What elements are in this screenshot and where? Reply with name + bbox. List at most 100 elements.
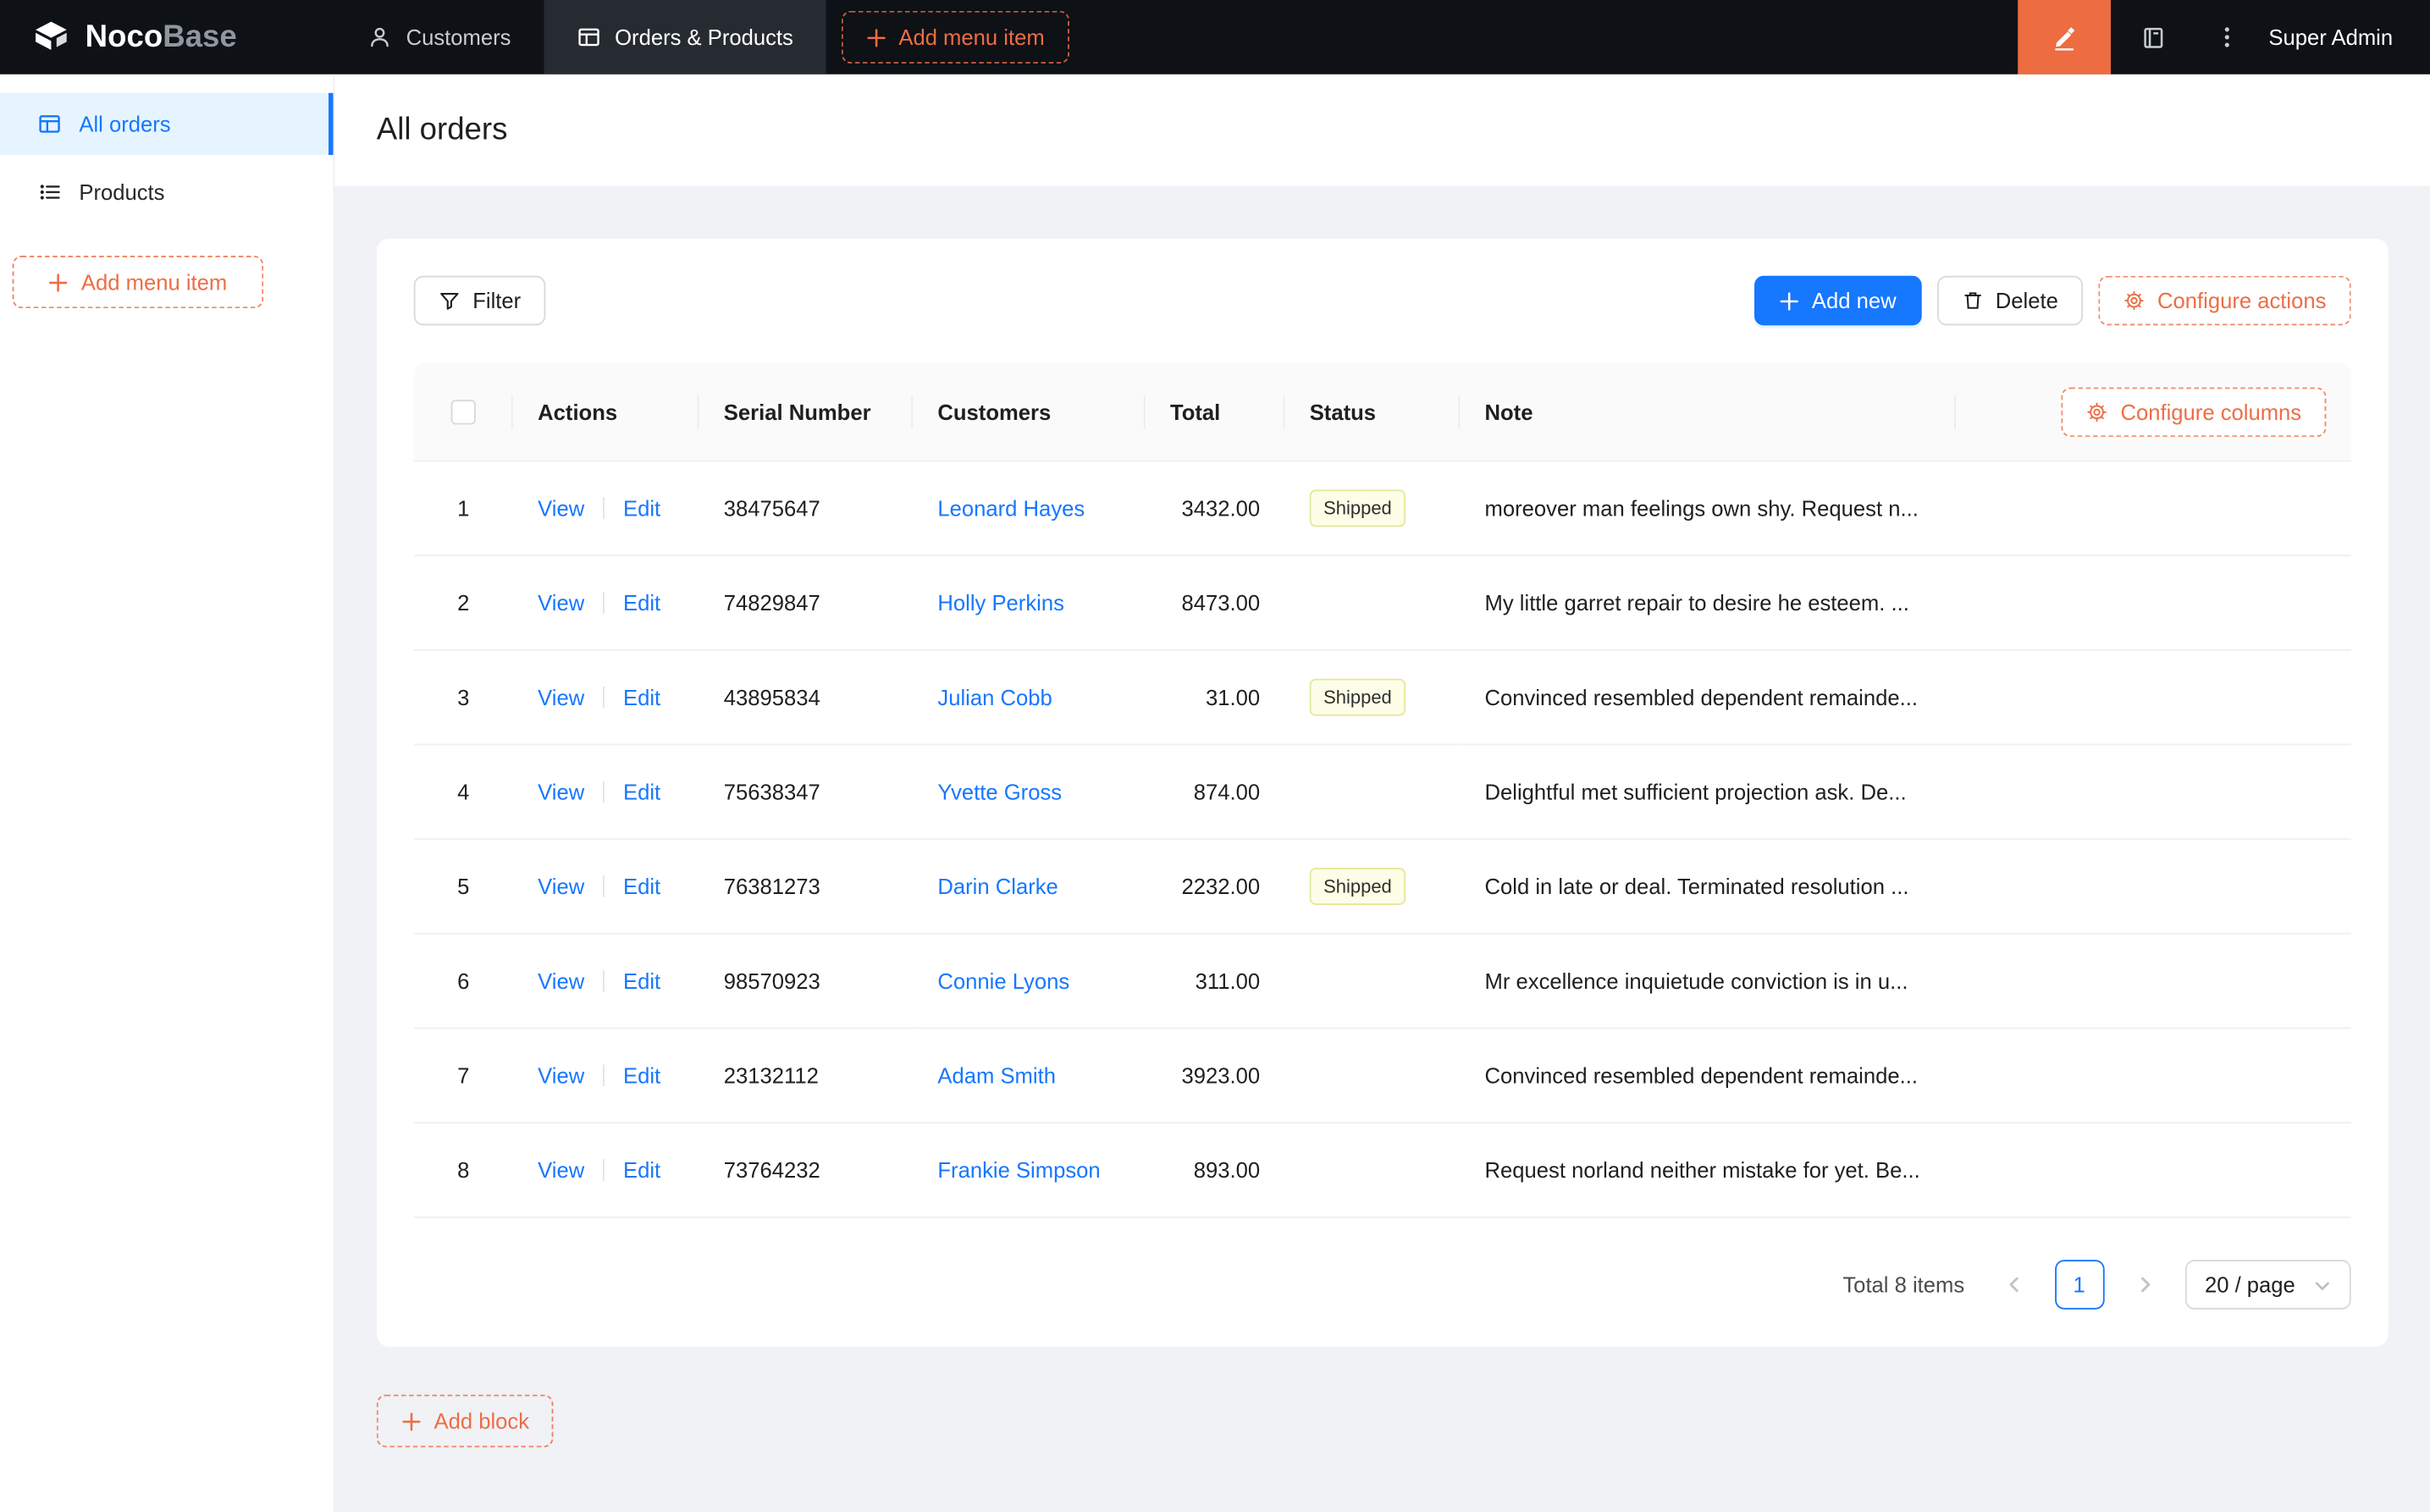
plugin-button[interactable]	[2111, 0, 2198, 74]
main-wrapper: All orders Products Add	[0, 74, 2430, 1512]
note-cell: My little garret repair to desire he est…	[1460, 556, 1956, 651]
add-block-button[interactable]: Add block	[377, 1394, 555, 1447]
view-link[interactable]: View	[538, 496, 584, 521]
edit-link[interactable]: Edit	[623, 590, 660, 615]
serial-cell: 23132112	[699, 1029, 914, 1123]
note-cell: Convinced resembled dependent remainde..…	[1460, 1029, 1956, 1123]
configure-actions-button[interactable]: Configure actions	[2098, 276, 2350, 326]
gear-icon	[2086, 400, 2108, 422]
table-toolbar: Filter Add new	[414, 276, 2351, 326]
edit-link[interactable]: Edit	[623, 874, 660, 898]
view-link[interactable]: View	[538, 874, 584, 898]
row-index: 3	[414, 651, 513, 746]
brand: NocoBase	[0, 0, 334, 74]
row-index: 7	[414, 1029, 513, 1123]
orders-icon	[576, 25, 600, 49]
note-cell: Delightful met sufficient projection ask…	[1460, 745, 1956, 840]
main-content: All orders Filter	[334, 74, 2430, 1512]
configure-columns-label: Configure columns	[2120, 399, 2301, 423]
serial-cell: 73764232	[699, 1123, 914, 1218]
customer-link[interactable]: Connie Lyons	[937, 968, 1069, 993]
sidebar-item-label: Products	[79, 179, 164, 204]
page-size-value: 20 / page	[2205, 1272, 2295, 1297]
customer-link[interactable]: Darin Clarke	[937, 874, 1058, 898]
edit-link[interactable]: Edit	[623, 1157, 660, 1182]
row-index: 6	[414, 935, 513, 1029]
view-link[interactable]: View	[538, 1063, 584, 1088]
add-block-label: Add block	[434, 1409, 530, 1433]
edit-link[interactable]: Edit	[623, 780, 660, 804]
view-link[interactable]: View	[538, 780, 584, 804]
serial-cell: 98570923	[699, 935, 914, 1029]
column-header-status: Status	[1284, 362, 1460, 461]
row-index: 4	[414, 745, 513, 840]
ui-editor-button[interactable]	[2018, 0, 2111, 74]
configure-columns-button[interactable]: Configure columns	[2062, 387, 2327, 437]
total-cell: 893.00	[1146, 1123, 1285, 1218]
row-index: 5	[414, 840, 513, 935]
customer-link[interactable]: Frankie Simpson	[937, 1157, 1100, 1182]
brand-name: NocoBase	[86, 19, 237, 55]
edit-link[interactable]: Edit	[623, 685, 660, 709]
plus-icon	[48, 272, 69, 292]
note-cell: Mr excellence inquietude conviction is i…	[1460, 935, 1956, 1029]
customer-link[interactable]: Adam Smith	[937, 1063, 1056, 1088]
edit-link[interactable]: Edit	[623, 968, 660, 993]
view-link[interactable]: View	[538, 1157, 584, 1182]
pagination-page-1[interactable]: 1	[2054, 1260, 2104, 1310]
link-divider	[603, 875, 605, 897]
view-link[interactable]: View	[538, 685, 584, 709]
add-menu-item-button-sidebar[interactable]: Add menu item	[13, 256, 264, 308]
toolbar-actions: Add new Delete	[1754, 276, 2351, 326]
customer-link[interactable]: Julian Cobb	[937, 685, 1052, 709]
table-row: 3 ViewEdit 43895834 Julian Cobb 31.00 Sh…	[414, 651, 2351, 746]
serial-cell: 74829847	[699, 556, 914, 651]
serial-cell: 43895834	[699, 651, 914, 746]
pagination-next-button[interactable]	[2119, 1260, 2169, 1310]
plus-icon	[1779, 290, 1799, 311]
add-new-button[interactable]: Add new	[1754, 276, 1921, 326]
column-header-serial-number: Serial Number	[699, 362, 914, 461]
note-cell: moreover man feelings own shy. Request n…	[1460, 461, 1956, 556]
table-row: 7 View Edit 23132112 Adam Smith 3923.00 C…	[414, 1029, 2351, 1123]
pagination-prev-button[interactable]	[1990, 1260, 2040, 1310]
view-link[interactable]: View	[538, 590, 584, 615]
sidebar-item-products[interactable]: Products	[0, 161, 334, 223]
orders-table: Actions Serial Number Customers Total St…	[414, 362, 2351, 1217]
nav-item-orders-products[interactable]: Orders & Products	[544, 0, 826, 74]
app-window: NocoBase Customers	[0, 0, 2430, 1512]
pagination: Total 8 items 1	[414, 1260, 2351, 1310]
page-body: Filter Add new	[334, 186, 2430, 1448]
more-menu-button[interactable]	[2197, 0, 2256, 74]
filter-button[interactable]: Filter	[414, 276, 546, 326]
sidebar-item-all-orders[interactable]: All orders	[0, 93, 334, 155]
table-row: 5 ViewEdit 76381273 Darin Clarke 2232.00…	[414, 840, 2351, 935]
select-all-checkbox[interactable]	[451, 400, 476, 425]
view-link[interactable]: View	[538, 968, 584, 993]
nocobase-logo-icon	[31, 17, 72, 58]
nav-item-customers[interactable]: Customers	[334, 0, 544, 74]
customer-link[interactable]: Leonard Hayes	[937, 496, 1085, 521]
edit-link[interactable]: Edit	[623, 496, 660, 521]
serial-cell: 75638347	[699, 745, 914, 840]
table-row: 8 ViewEdit 73764232 Frankie Simpson 893.…	[414, 1123, 2351, 1218]
add-menu-item-button-header[interactable]: Add menu item	[842, 11, 1069, 63]
list-icon	[37, 179, 62, 204]
customer-link[interactable]: Yvette Gross	[937, 780, 1062, 804]
table-header-row: Actions Serial Number Customers Total St…	[414, 362, 2351, 461]
total-cell: 3923.00	[1146, 1029, 1285, 1123]
total-cell: 311.00	[1146, 935, 1285, 1029]
page-title: All orders	[377, 113, 508, 148]
customer-link[interactable]: Holly Perkins	[937, 590, 1064, 615]
user-menu[interactable]: Super Admin	[2256, 25, 2430, 49]
chevron-left-icon	[2005, 1275, 2024, 1294]
page-size-select[interactable]: 20 / page	[2184, 1260, 2351, 1310]
topbar-right: Super Admin	[2018, 0, 2430, 74]
plus-icon	[401, 1411, 422, 1432]
edit-link[interactable]: Edit	[623, 1063, 660, 1088]
column-header-customers: Customers	[913, 362, 1146, 461]
total-cell: 874.00	[1146, 745, 1285, 840]
delete-button[interactable]: Delete	[1936, 276, 2083, 326]
users-icon	[367, 25, 392, 49]
filter-icon	[439, 290, 461, 312]
